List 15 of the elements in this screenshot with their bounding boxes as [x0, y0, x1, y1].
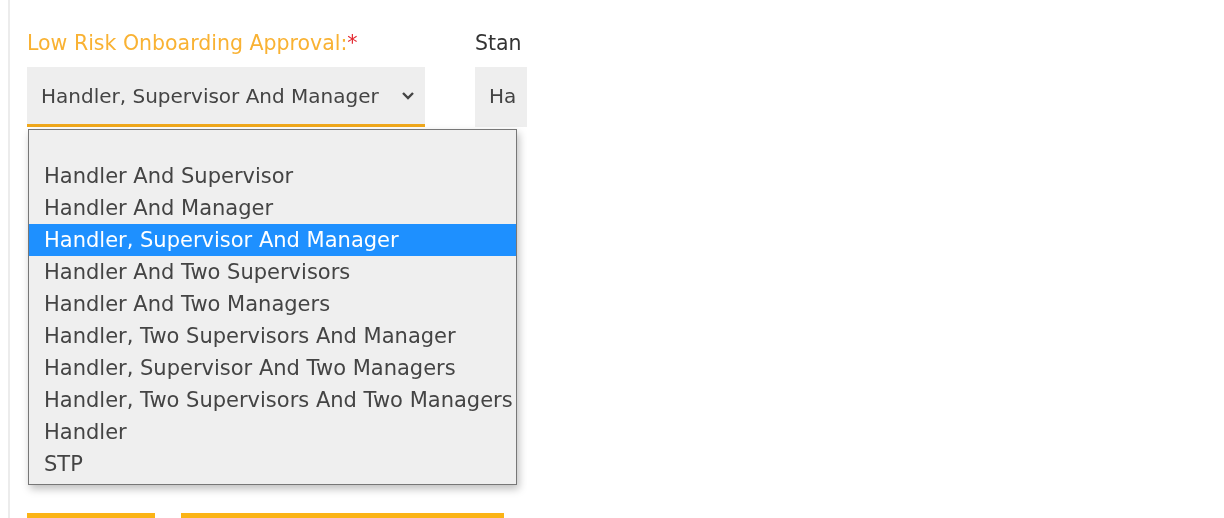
field-label: Stan [475, 31, 522, 55]
dropdown-option[interactable]: STP [29, 448, 516, 480]
dropdown-option[interactable]: Handler And Manager [29, 192, 516, 224]
dropdown-option[interactable]: Handler, Two Supervisors And Two Managers [29, 384, 516, 416]
chevron-down-icon [401, 90, 415, 101]
select-field[interactable]: Ha [475, 67, 527, 127]
dropdown-option[interactable]: Handler And Two Supervisors [29, 256, 516, 288]
field-label: Low Risk Onboarding Approval: [27, 31, 348, 55]
dropdown-option[interactable]: Handler And Supervisor [29, 160, 516, 192]
dropdown-option[interactable]: Handler, Two Supervisors And Manager [29, 320, 516, 352]
select-field[interactable]: Handler, Supervisor And Manager [27, 67, 425, 127]
dropdown-option[interactable]: Handler And Two Managers [29, 288, 516, 320]
dropdown-option[interactable]: Handler, Supervisor And Two Managers [29, 352, 516, 384]
required-marker: * [347, 31, 358, 55]
dropdown-option[interactable]: Handler [29, 416, 516, 448]
